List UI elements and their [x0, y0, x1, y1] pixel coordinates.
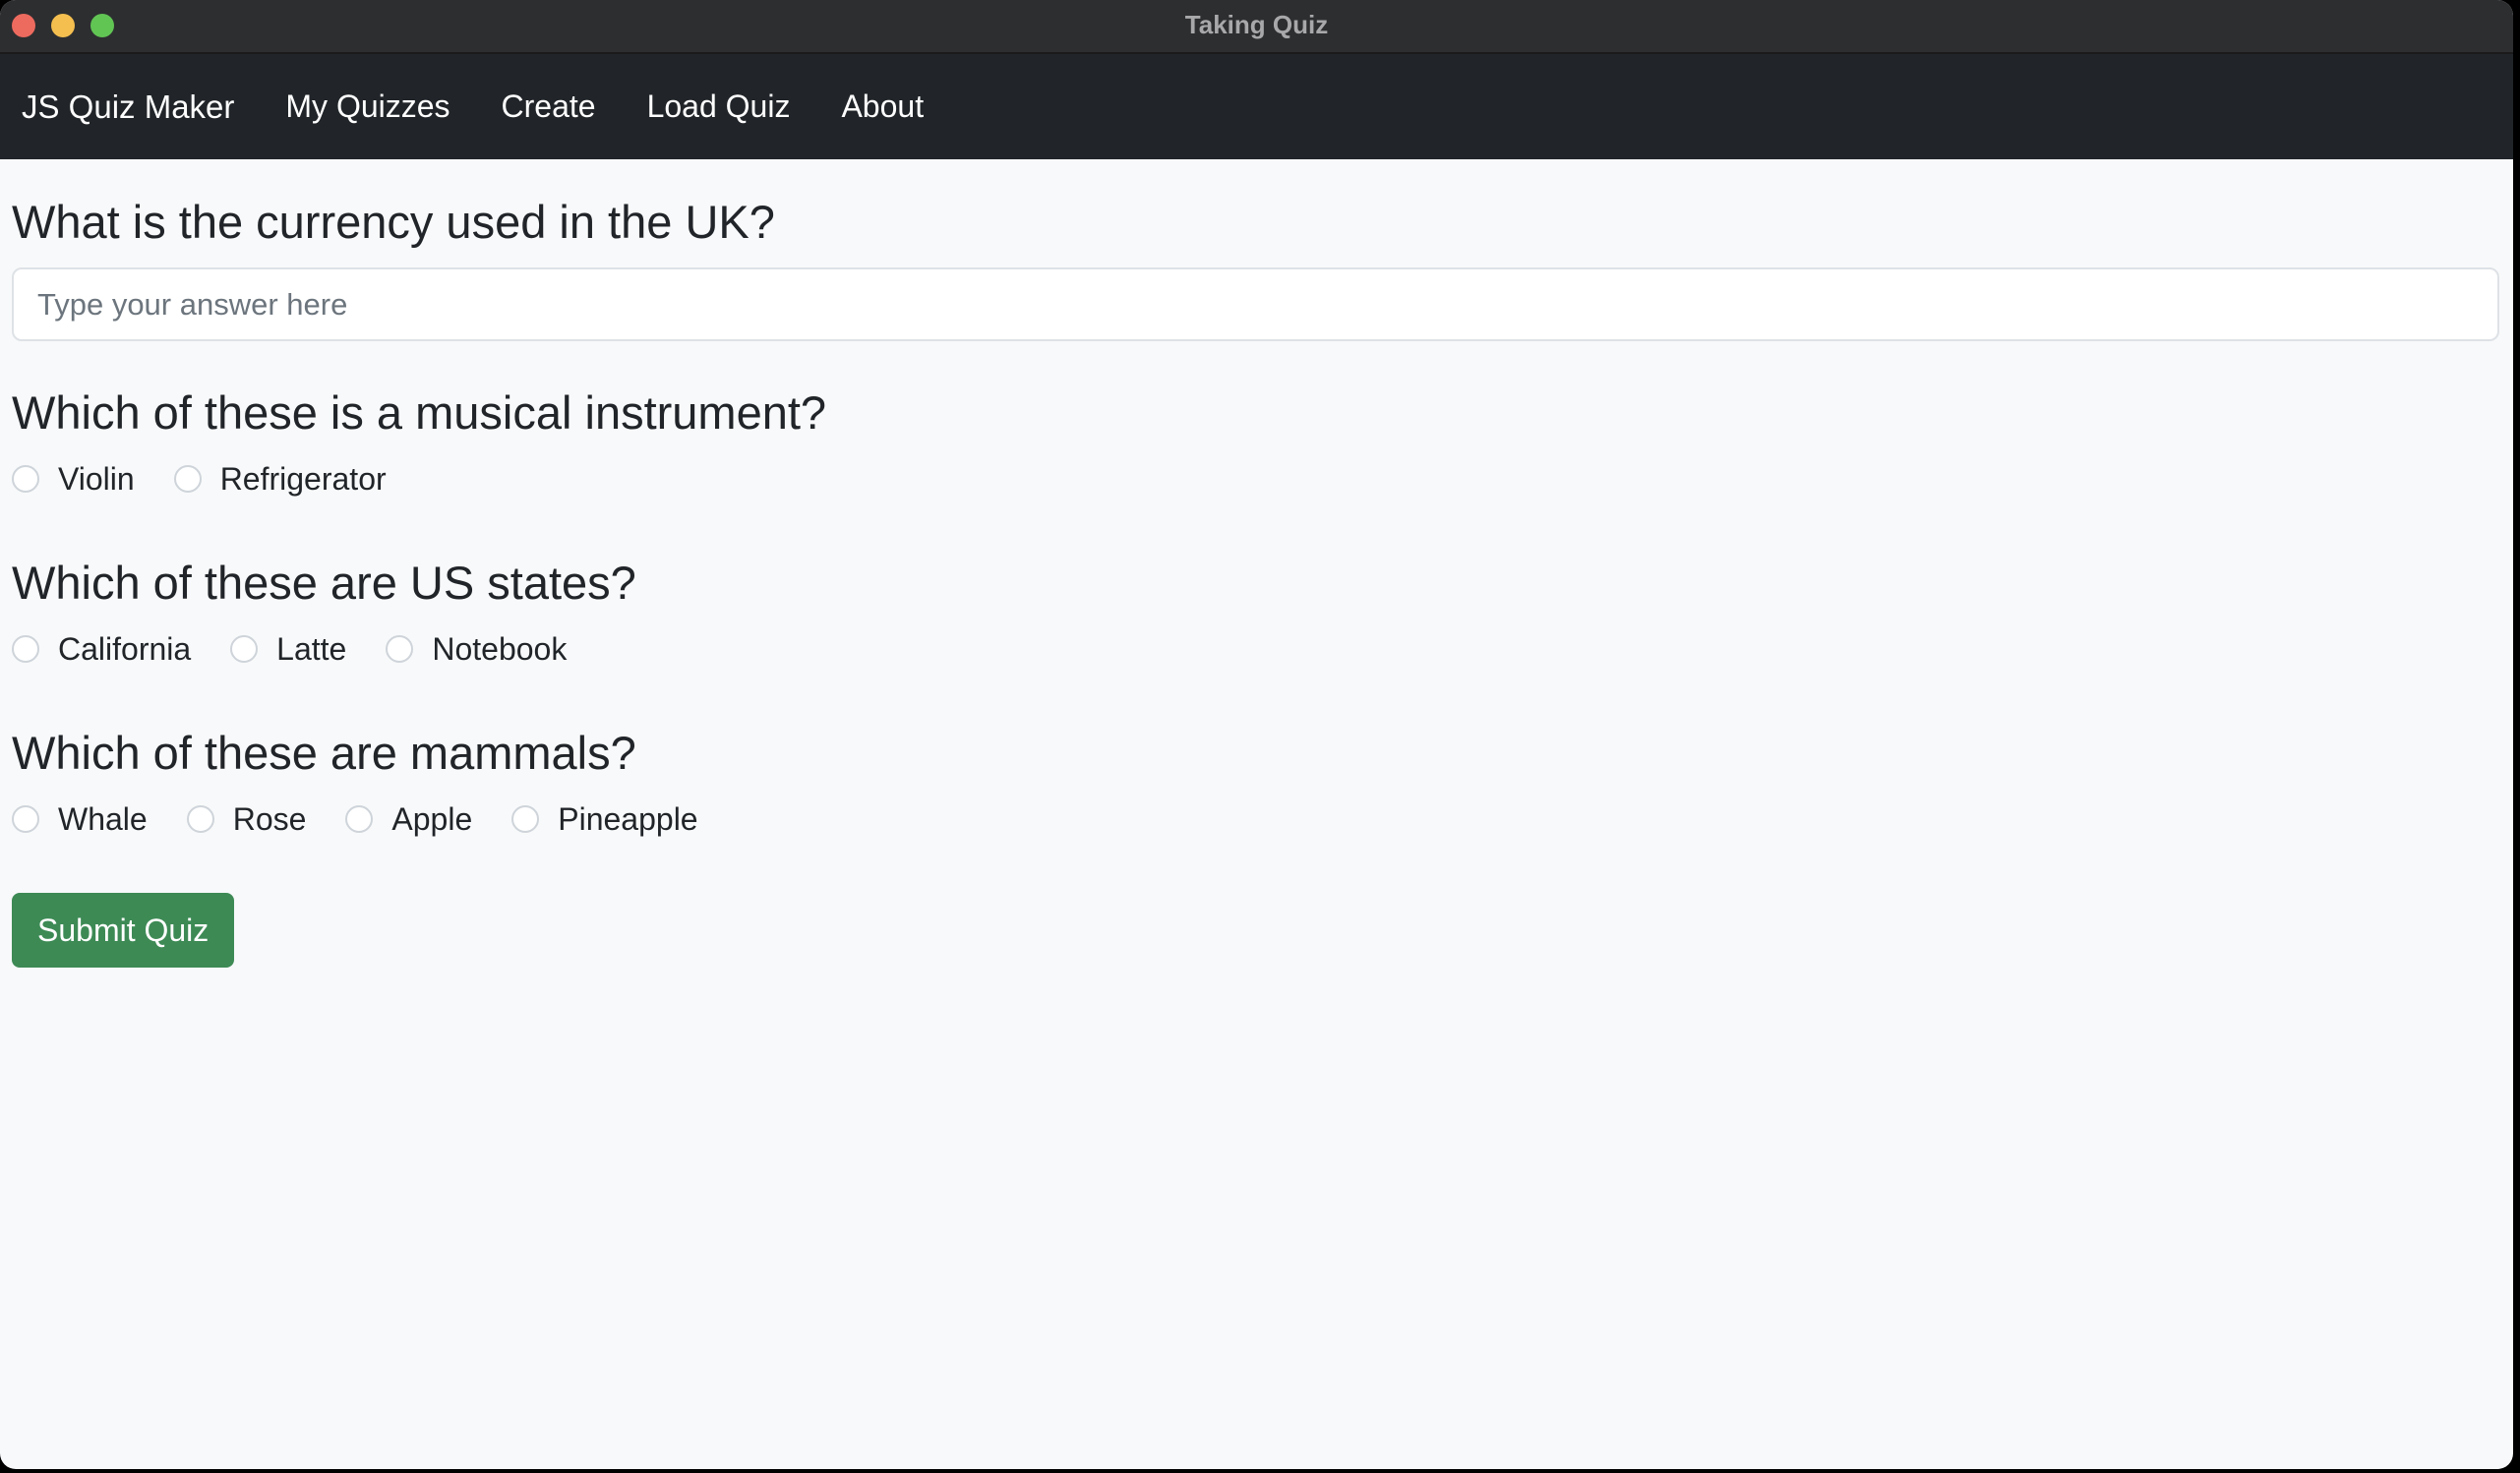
question-title: Which of these are mammals?	[12, 727, 636, 779]
brand-link[interactable]: JS Quiz Maker	[22, 88, 234, 126]
question-4: Which of these are mammals? Whale Rose A…	[12, 726, 2499, 839]
option-pineapple[interactable]: Pineapple	[511, 800, 698, 838]
radio-button[interactable]	[12, 635, 39, 663]
option-label: Refrigerator	[219, 460, 387, 497]
option-label: Apple	[391, 800, 473, 837]
title-bar: Taking Quiz	[0, 0, 2513, 54]
option-label: Rose	[232, 800, 307, 837]
radio-button[interactable]	[230, 635, 259, 663]
window-title: Taking Quiz	[1184, 10, 1329, 39]
option-group: Whale Rose Apple Pineapple	[12, 799, 2499, 839]
question-title: Which of these is a musical instrument?	[12, 386, 827, 439]
question-title: What is the currency used in the UK?	[12, 196, 775, 248]
nav-link-load-quiz[interactable]: Load Quiz	[647, 88, 791, 125]
option-refrigerator[interactable]: Refrigerator	[173, 460, 387, 498]
question-3: Which of these are US states? California…	[12, 556, 2499, 669]
question-2: Which of these is a musical instrument? …	[12, 385, 2499, 499]
option-label: Violin	[58, 460, 135, 497]
radio-button[interactable]	[12, 805, 39, 833]
radio-button[interactable]	[511, 805, 540, 833]
option-group: California Latte Notebook	[12, 629, 2499, 669]
radio-button[interactable]	[12, 465, 39, 493]
option-california[interactable]: California	[12, 631, 191, 668]
navbar: JS Quiz Maker My Quizzes Create Load Qui…	[0, 54, 2513, 159]
option-label: Latte	[276, 630, 347, 667]
option-label: Pineapple	[558, 800, 698, 837]
question-1: What is the currency used in the UK?	[12, 195, 2499, 341]
nav-link-create[interactable]: Create	[502, 88, 596, 125]
option-violin[interactable]: Violin	[12, 461, 135, 498]
option-label: Whale	[58, 800, 148, 837]
nav-link-my-quizzes[interactable]: My Quizzes	[285, 88, 450, 125]
radio-button[interactable]	[173, 465, 202, 493]
option-label: Notebook	[432, 630, 568, 667]
answer-input[interactable]	[12, 267, 2499, 341]
nav-link-about[interactable]: About	[841, 88, 924, 125]
option-label: California	[58, 630, 192, 667]
option-notebook[interactable]: Notebook	[386, 631, 567, 668]
app-window: Taking Quiz JS Quiz Maker My Quizzes Cre…	[0, 0, 2513, 1469]
submit-quiz-button[interactable]: Submit Quiz	[12, 893, 235, 968]
question-title: Which of these are US states?	[12, 557, 636, 609]
option-apple[interactable]: Apple	[345, 801, 472, 838]
radio-button[interactable]	[386, 635, 414, 663]
quiz-form: What is the currency used in the UK? Whi…	[12, 159, 2499, 968]
option-rose[interactable]: Rose	[186, 800, 307, 838]
option-latte[interactable]: Latte	[230, 631, 346, 668]
radio-button[interactable]	[186, 805, 214, 833]
radio-button[interactable]	[345, 805, 374, 833]
option-whale[interactable]: Whale	[12, 801, 148, 838]
option-group: Violin Refrigerator	[12, 459, 2499, 499]
